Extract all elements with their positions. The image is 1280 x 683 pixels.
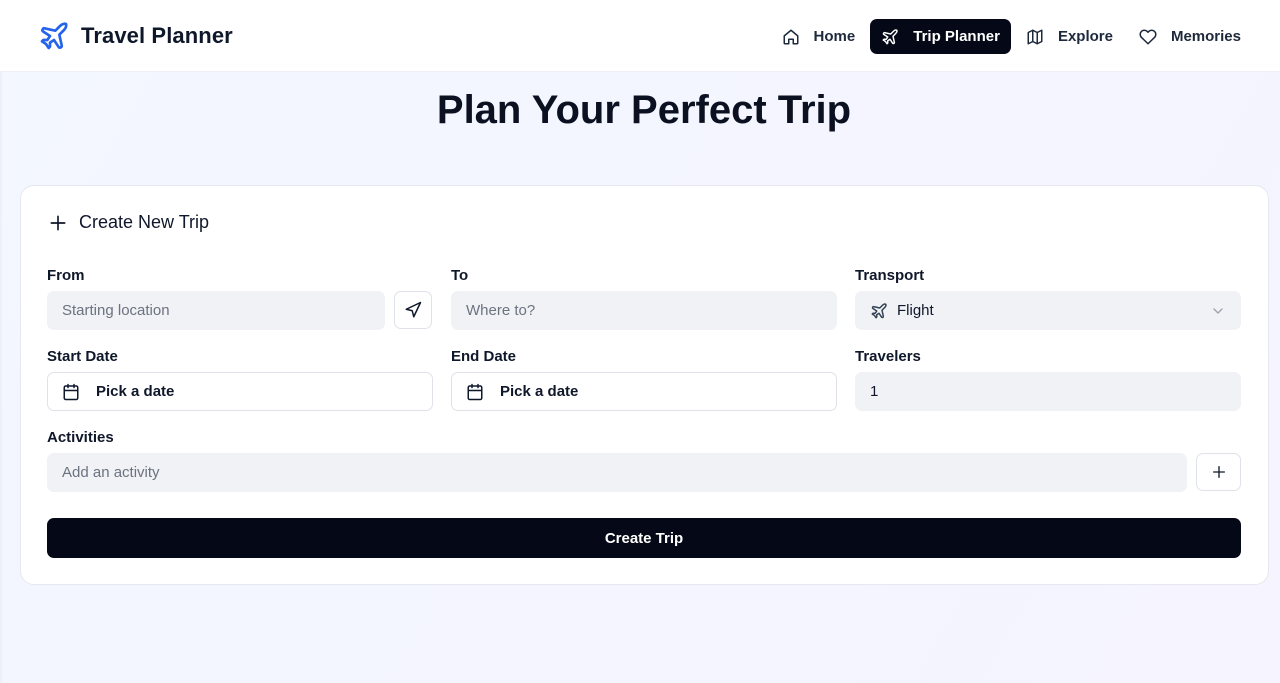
activities-label: Activities <box>47 429 114 446</box>
plane-icon <box>870 302 888 320</box>
add-activity-button[interactable] <box>1196 453 1241 491</box>
to-label: To <box>451 267 469 284</box>
nav-item-explore[interactable]: Explore <box>1015 19 1124 54</box>
travelers-input[interactable]: 1 <box>855 372 1241 411</box>
transport-label: Transport <box>855 267 925 284</box>
calendar-icon <box>466 383 484 401</box>
from-input[interactable]: Starting location <box>47 291 385 330</box>
create-trip-button[interactable]: Create Trip <box>47 518 1241 558</box>
nav-item-memories[interactable]: Memories <box>1128 19 1252 54</box>
nav-item-home[interactable]: Home <box>771 19 867 54</box>
create-trip-card: Create New Trip From Starting location T… <box>20 185 1269 585</box>
nav-item-trip-planner[interactable]: Trip Planner <box>870 19 1011 54</box>
start-date-picker[interactable]: Pick a date <box>47 372 433 411</box>
end-date-picker[interactable]: Pick a date <box>451 372 837 411</box>
card-header: Create New Trip <box>48 212 209 233</box>
nav-item-label: Home <box>813 28 856 45</box>
transport-value: Flight <box>897 302 934 319</box>
activity-input[interactable]: Add an activity <box>47 453 1187 492</box>
nav-item-label: Memories <box>1170 28 1241 45</box>
nav-item-label: Explore <box>1057 28 1113 45</box>
chevron-down-icon <box>1210 303 1226 319</box>
nav-item-label: Trip Planner <box>913 28 1000 45</box>
travelers-value: 1 <box>870 383 879 400</box>
home-icon <box>782 28 800 46</box>
card-title: Create New Trip <box>79 212 210 232</box>
plane-logo-icon <box>38 20 70 52</box>
map-icon <box>1026 28 1044 46</box>
page-title: Plan Your Perfect Trip <box>436 88 852 132</box>
brand[interactable]: Travel Planner <box>38 20 233 52</box>
to-placeholder: Where to? <box>466 302 536 319</box>
start-date-label: Start Date <box>47 348 118 365</box>
transport-select[interactable]: Flight <box>855 291 1241 330</box>
start-date-value: Pick a date <box>96 383 175 400</box>
from-label: From <box>47 267 85 284</box>
navigation-arrow-icon <box>404 301 422 319</box>
activity-placeholder: Add an activity <box>62 464 160 481</box>
to-input[interactable]: Where to? <box>451 291 837 330</box>
plus-icon <box>48 213 68 233</box>
from-placeholder: Starting location <box>62 302 170 319</box>
end-date-value: Pick a date <box>500 383 579 400</box>
top-navbar: Travel Planner Home Trip Planner Explore… <box>0 0 1280 72</box>
plus-icon <box>1211 464 1227 480</box>
main-nav: Home Trip Planner Explore Memories <box>767 19 1252 54</box>
plane-icon <box>881 28 899 46</box>
heart-icon <box>1139 28 1157 46</box>
calendar-icon <box>62 383 80 401</box>
app-title: Travel Planner <box>81 23 233 48</box>
use-location-button[interactable] <box>394 291 432 329</box>
travelers-label: Travelers <box>855 348 921 365</box>
end-date-label: End Date <box>451 348 517 365</box>
